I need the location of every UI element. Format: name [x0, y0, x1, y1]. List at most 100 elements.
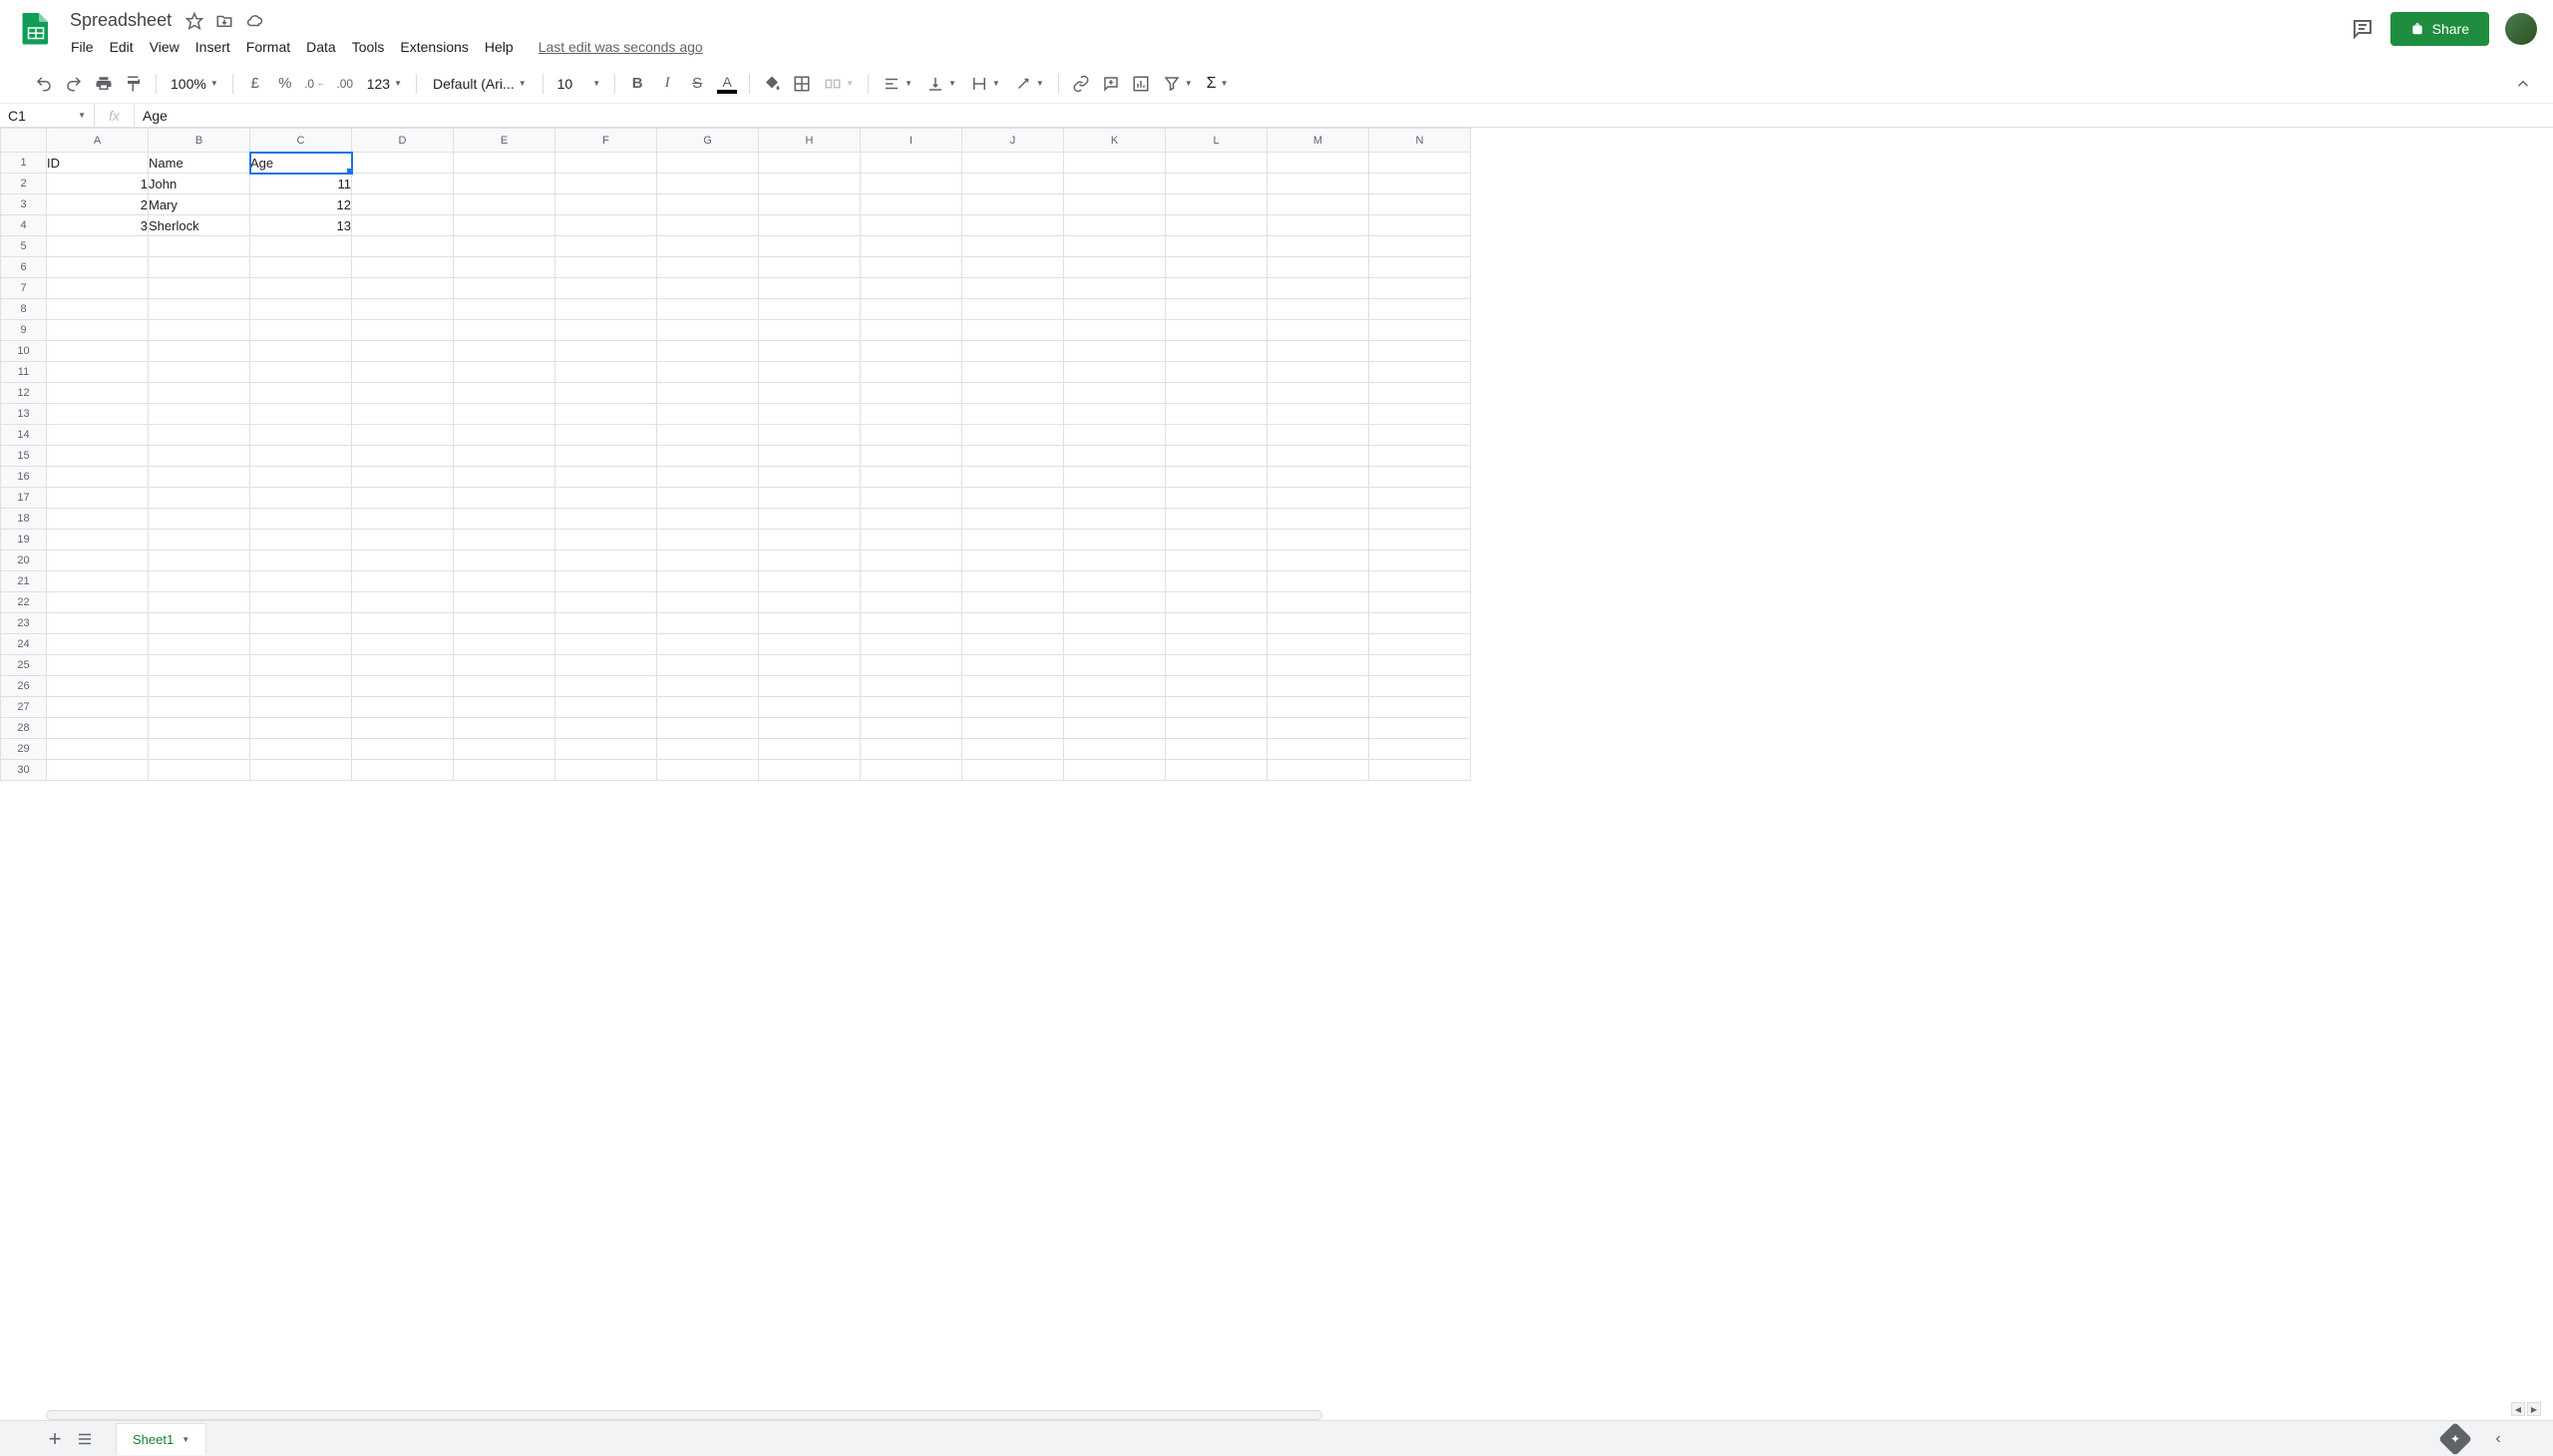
move-icon[interactable]: [215, 12, 233, 30]
cell-G2[interactable]: [657, 174, 759, 194]
side-panel-toggle-icon[interactable]: ‹: [2483, 1424, 2513, 1454]
filter-button[interactable]: ▼: [1157, 75, 1199, 93]
cell-L6[interactable]: [1166, 257, 1268, 278]
cell-M18[interactable]: [1268, 509, 1369, 530]
cell-N9[interactable]: [1369, 320, 1471, 341]
row-header-24[interactable]: 24: [1, 634, 47, 655]
cell-L22[interactable]: [1166, 592, 1268, 613]
cell-M27[interactable]: [1268, 697, 1369, 718]
cell-C20[interactable]: [250, 550, 352, 571]
cell-C4[interactable]: 13: [250, 215, 352, 236]
cell-E14[interactable]: [454, 425, 555, 446]
cell-B2[interactable]: John: [149, 174, 250, 194]
cell-E23[interactable]: [454, 613, 555, 634]
cell-M29[interactable]: [1268, 739, 1369, 760]
cell-H26[interactable]: [759, 676, 861, 697]
cell-F23[interactable]: [555, 613, 657, 634]
cell-F6[interactable]: [555, 257, 657, 278]
scroll-left-icon[interactable]: ◀: [2511, 1402, 2525, 1416]
row-header-5[interactable]: 5: [1, 236, 47, 257]
col-header-C[interactable]: C: [250, 129, 352, 153]
cell-B27[interactable]: [149, 697, 250, 718]
cell-E27[interactable]: [454, 697, 555, 718]
cell-E5[interactable]: [454, 236, 555, 257]
undo-icon[interactable]: [30, 70, 58, 98]
row-header-15[interactable]: 15: [1, 446, 47, 467]
cell-D30[interactable]: [352, 760, 454, 781]
cell-B15[interactable]: [149, 446, 250, 467]
col-header-G[interactable]: G: [657, 129, 759, 153]
cell-B17[interactable]: [149, 488, 250, 509]
col-header-M[interactable]: M: [1268, 129, 1369, 153]
cell-M26[interactable]: [1268, 676, 1369, 697]
cell-C12[interactable]: [250, 383, 352, 404]
cell-N16[interactable]: [1369, 467, 1471, 488]
cell-A19[interactable]: [47, 530, 149, 550]
cell-M1[interactable]: [1268, 153, 1369, 174]
cell-J26[interactable]: [962, 676, 1064, 697]
cell-H5[interactable]: [759, 236, 861, 257]
cell-F2[interactable]: [555, 174, 657, 194]
cell-H28[interactable]: [759, 718, 861, 739]
cell-J4[interactable]: [962, 215, 1064, 236]
cell-K12[interactable]: [1064, 383, 1166, 404]
row-header-12[interactable]: 12: [1, 383, 47, 404]
cell-J11[interactable]: [962, 362, 1064, 383]
cell-J23[interactable]: [962, 613, 1064, 634]
cell-N2[interactable]: [1369, 174, 1471, 194]
cell-I10[interactable]: [861, 341, 962, 362]
cell-M11[interactable]: [1268, 362, 1369, 383]
cell-H15[interactable]: [759, 446, 861, 467]
cell-L18[interactable]: [1166, 509, 1268, 530]
cell-F24[interactable]: [555, 634, 657, 655]
cell-G20[interactable]: [657, 550, 759, 571]
doc-title[interactable]: Spreadsheet: [64, 8, 178, 33]
cell-H6[interactable]: [759, 257, 861, 278]
cell-N7[interactable]: [1369, 278, 1471, 299]
cell-K28[interactable]: [1064, 718, 1166, 739]
cell-G12[interactable]: [657, 383, 759, 404]
cell-B16[interactable]: [149, 467, 250, 488]
cell-N8[interactable]: [1369, 299, 1471, 320]
row-header-2[interactable]: 2: [1, 174, 47, 194]
cell-B11[interactable]: [149, 362, 250, 383]
cell-F29[interactable]: [555, 739, 657, 760]
cell-N26[interactable]: [1369, 676, 1471, 697]
cell-F28[interactable]: [555, 718, 657, 739]
cell-F22[interactable]: [555, 592, 657, 613]
cell-D11[interactable]: [352, 362, 454, 383]
cell-J16[interactable]: [962, 467, 1064, 488]
cell-K10[interactable]: [1064, 341, 1166, 362]
cell-D5[interactable]: [352, 236, 454, 257]
cell-I11[interactable]: [861, 362, 962, 383]
cell-H1[interactable]: [759, 153, 861, 174]
cell-K23[interactable]: [1064, 613, 1166, 634]
cell-G3[interactable]: [657, 194, 759, 215]
cell-A12[interactable]: [47, 383, 149, 404]
row-header-27[interactable]: 27: [1, 697, 47, 718]
cell-A20[interactable]: [47, 550, 149, 571]
cell-E20[interactable]: [454, 550, 555, 571]
row-header-16[interactable]: 16: [1, 467, 47, 488]
cell-M21[interactable]: [1268, 571, 1369, 592]
cell-I19[interactable]: [861, 530, 962, 550]
cell-F7[interactable]: [555, 278, 657, 299]
cell-K2[interactable]: [1064, 174, 1166, 194]
cell-L4[interactable]: [1166, 215, 1268, 236]
cell-J28[interactable]: [962, 718, 1064, 739]
cell-G15[interactable]: [657, 446, 759, 467]
cell-L26[interactable]: [1166, 676, 1268, 697]
cell-C23[interactable]: [250, 613, 352, 634]
row-header-28[interactable]: 28: [1, 718, 47, 739]
insert-chart-icon[interactable]: [1127, 70, 1155, 98]
cell-K30[interactable]: [1064, 760, 1166, 781]
cell-I27[interactable]: [861, 697, 962, 718]
cell-L21[interactable]: [1166, 571, 1268, 592]
cell-I13[interactable]: [861, 404, 962, 425]
row-header-3[interactable]: 3: [1, 194, 47, 215]
cell-D24[interactable]: [352, 634, 454, 655]
cell-M15[interactable]: [1268, 446, 1369, 467]
insert-link-icon[interactable]: [1067, 70, 1095, 98]
cell-G22[interactable]: [657, 592, 759, 613]
cell-H10[interactable]: [759, 341, 861, 362]
